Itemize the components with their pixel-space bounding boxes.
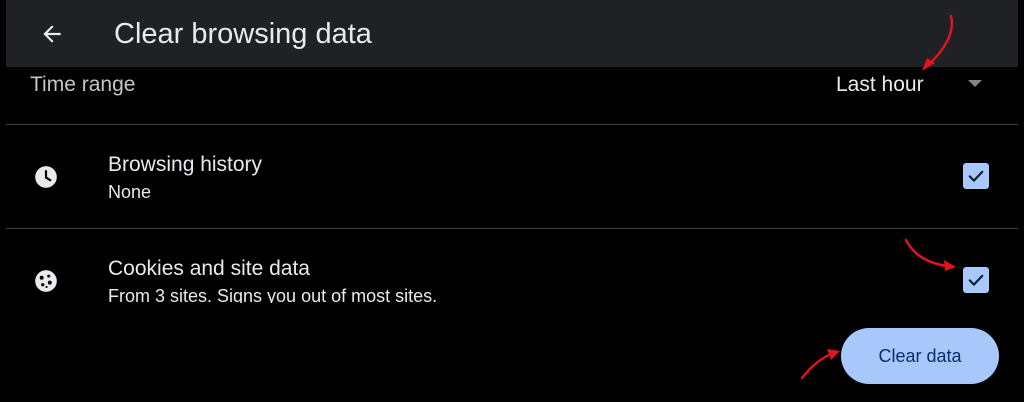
option-browsing-history[interactable]: Browsing history None	[0, 125, 1024, 228]
cookies-checkbox[interactable]	[963, 267, 989, 293]
time-range-value: Last hour	[836, 73, 924, 96]
time-range-label: Time range	[30, 73, 136, 96]
option-cookies[interactable]: Cookies and site data From 3 sites. Sign…	[0, 229, 1024, 303]
checkmark-icon	[968, 274, 984, 286]
clock-icon	[32, 163, 60, 191]
options-list-viewport[interactable]: Cookies and site data From 3 sites. Sign…	[0, 229, 1024, 303]
annotation-arrow-clear-data	[800, 349, 840, 380]
option-subtitle: None	[108, 182, 152, 202]
page-title: Clear browsing data	[114, 18, 372, 50]
app-bar: Clear browsing data	[6, 0, 1018, 67]
time-range-dropdown[interactable]: Last hour	[820, 67, 1000, 103]
checkmark-icon	[968, 170, 984, 182]
back-button[interactable]	[32, 14, 72, 54]
browsing-history-checkbox[interactable]	[963, 163, 989, 189]
dropdown-arrow-icon	[968, 80, 982, 87]
option-subtitle: From 3 sites. Signs you out of most site…	[108, 286, 438, 303]
time-range-row: Time range Last hour	[0, 67, 1024, 124]
arrow-left-icon	[43, 25, 61, 43]
cookie-icon	[32, 267, 60, 295]
option-title: Cookies and site data	[108, 257, 310, 280]
option-title: Browsing history	[108, 153, 263, 176]
clear-data-button[interactable]: Clear data	[841, 328, 999, 384]
